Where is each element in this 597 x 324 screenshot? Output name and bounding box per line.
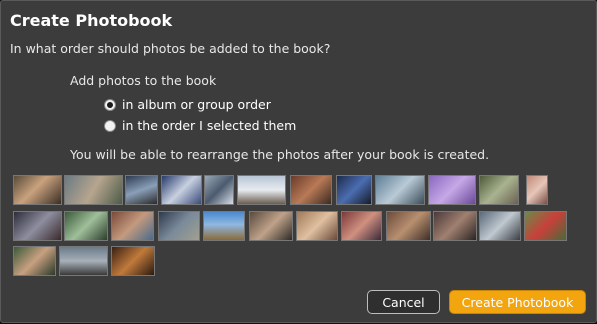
photo-thumbnail: [13, 175, 62, 205]
option-selected-order[interactable]: in the order I selected them: [104, 118, 296, 133]
option-album-order[interactable]: in album or group order: [104, 97, 271, 112]
option-album-order-label: in album or group order: [122, 97, 271, 112]
photo-thumbnail: [59, 246, 108, 276]
photo-thumbnail: [428, 175, 476, 205]
photo-thumbnail: [526, 175, 548, 205]
photo-thumbnail: [111, 246, 155, 276]
photo-thumbnail: [204, 175, 234, 205]
photo-thumbnail: [296, 211, 338, 241]
rearrange-note: You will be able to rearrange the photos…: [70, 147, 490, 162]
photo-thumbnail: [125, 175, 158, 205]
photo-thumbnail: [479, 211, 521, 241]
photo-thumbnail: [13, 246, 56, 276]
photo-thumbnail: [336, 175, 372, 205]
radio-album-order[interactable]: [104, 98, 116, 111]
dialog-title: Create Photobook: [10, 11, 173, 30]
photo-thumbnail: [479, 175, 519, 205]
photo-thumbnail: [111, 211, 154, 241]
create-photobook-dialog: Create Photobook In what order should ph…: [0, 0, 597, 323]
photo-thumbnail: [237, 175, 286, 205]
photo-thumbnail: [375, 175, 425, 205]
photo-thumbnail: [13, 211, 62, 241]
photo-thumbnail: [290, 175, 332, 205]
photo-thumbnail: [249, 211, 293, 241]
order-question: In what order should photos be added to …: [10, 41, 331, 56]
option-selected-order-label: in the order I selected them: [122, 118, 297, 133]
photo-thumbnail: [386, 211, 431, 241]
photo-thumbnail: [203, 211, 245, 241]
cancel-button[interactable]: Cancel: [367, 290, 440, 314]
photo-thumbnail: [64, 211, 108, 241]
photo-thumbnail: [64, 175, 123, 205]
radio-selected-order[interactable]: [104, 119, 116, 132]
photo-thumbnail: [158, 211, 200, 241]
photo-thumbnail: [161, 175, 202, 205]
add-photos-label: Add photos to the book: [70, 73, 217, 88]
photo-thumbnail: [433, 211, 477, 241]
photo-thumbnail: [341, 211, 382, 241]
create-photobook-button[interactable]: Create Photobook: [449, 290, 586, 314]
photo-thumbnail: [524, 211, 567, 241]
